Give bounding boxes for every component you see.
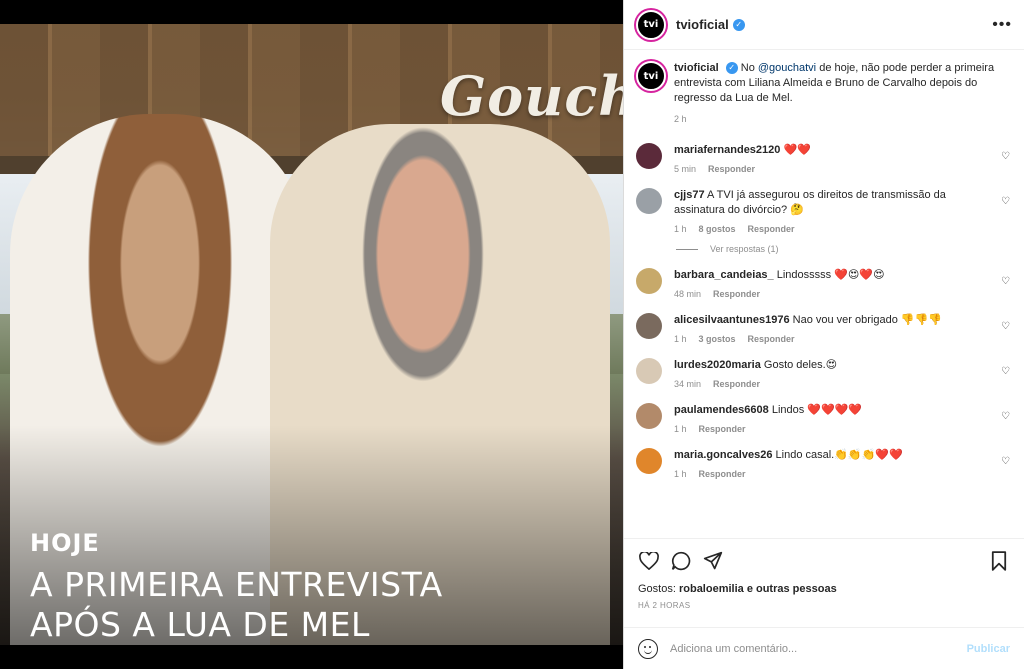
- headline-line-1: A PRIMEIRA ENTREVISTA: [30, 565, 443, 604]
- post-actions: Gostos: robaloemilia e outras pessoas HÁ…: [624, 538, 1024, 610]
- post-comment-button[interactable]: Publicar: [967, 643, 1010, 655]
- avatar[interactable]: [636, 188, 662, 214]
- comment-time: 1 h: [674, 469, 687, 479]
- comment-input[interactable]: [670, 642, 967, 655]
- comment-username[interactable]: lurdes2020maria: [674, 359, 761, 371]
- caption-text: tvioficial ✓ No @gouchatvi de hoje, não …: [674, 61, 1004, 127]
- avatar[interactable]: [636, 268, 662, 294]
- reply-button[interactable]: Responder: [713, 289, 760, 299]
- bookmark-icon[interactable]: [988, 550, 1010, 572]
- comment-text: Gosto deles.😍: [763, 359, 838, 371]
- avatar[interactable]: [636, 403, 662, 429]
- comment-time: 5 min: [674, 164, 697, 174]
- add-comment-bar: Publicar: [624, 627, 1024, 669]
- replies-divider: [676, 248, 698, 250]
- avatar[interactable]: tvi: [636, 9, 666, 40]
- reply-button[interactable]: Responder: [748, 224, 795, 234]
- comment-likes[interactable]: 8 gostos: [699, 224, 736, 234]
- likes-user[interactable]: robaloemilia: [679, 583, 744, 595]
- header-username[interactable]: tvioficial: [676, 17, 729, 32]
- comment-username[interactable]: alicesilvaantunes1976: [674, 314, 790, 326]
- avatar[interactable]: [636, 448, 662, 474]
- list-item: barbara_candeias_ Lindosssss ❤️😍❤️😍 48 m…: [636, 268, 1010, 299]
- comment-username[interactable]: paulamendes6608: [674, 404, 769, 416]
- comment-username[interactable]: mariafernandes2120: [674, 144, 780, 156]
- caption-prefix: No: [740, 62, 758, 74]
- heart-icon[interactable]: [638, 550, 660, 572]
- comment-text: Lindo casal.👏👏👏❤️❤️: [775, 449, 903, 461]
- comment-username[interactable]: maria.goncalves26: [674, 449, 772, 461]
- list-item: paulamendes6608 Lindos ❤️❤️❤️❤️ 1 h Respo…: [636, 403, 1010, 434]
- post-image[interactable]: Goucha HOJE A PRIMEIRA ENTREVISTA APÓS A…: [0, 24, 623, 645]
- comment-username[interactable]: cjjs77: [674, 189, 705, 201]
- like-comment-icon[interactable]: ♡: [1001, 366, 1010, 377]
- like-comment-icon[interactable]: ♡: [1001, 456, 1010, 467]
- caption-time: 2 h: [674, 114, 687, 124]
- post-timestamp: HÁ 2 HORAS: [638, 601, 691, 610]
- post-panel: tvi tvioficial ✓ ••• tvi tvioficial ✓ No…: [623, 0, 1024, 669]
- brand-logo: Goucha: [440, 64, 623, 128]
- caption: tvi tvioficial ✓ No @gouchatvi de hoje, …: [636, 61, 1010, 127]
- caption-username[interactable]: tvioficial: [674, 62, 719, 74]
- action-icons: [638, 549, 1010, 573]
- comments-feed[interactable]: tvi tvioficial ✓ No @gouchatvi de hoje, …: [624, 51, 1024, 537]
- view-replies-label: Ver respostas (1): [710, 244, 779, 254]
- comment-time: 1 h: [674, 334, 687, 344]
- likes-prefix: Gostos:: [638, 583, 679, 595]
- comment-time: 1 h: [674, 224, 687, 234]
- list-item: alicesilvaantunes1976 Nao vou ver obriga…: [636, 313, 1010, 344]
- likes-summary: Gostos: robaloemilia e outras pessoas: [638, 583, 1010, 595]
- share-icon[interactable]: [702, 550, 724, 572]
- list-item: lurdes2020maria Gosto deles.😍 34 min Resp…: [636, 358, 1010, 389]
- view-replies-button[interactable]: Ver respostas (1): [676, 244, 1010, 254]
- avatar[interactable]: [636, 143, 662, 169]
- more-options-icon[interactable]: •••: [992, 16, 1012, 34]
- reply-button[interactable]: Responder: [699, 424, 746, 434]
- reply-button[interactable]: Responder: [699, 469, 746, 479]
- likes-suffix[interactable]: e outras pessoas: [744, 583, 837, 595]
- post-header: tvi tvioficial ✓ •••: [624, 0, 1024, 50]
- list-item: mariafernandes2120 ❤️❤️ 5 min Responder ♡: [636, 143, 1010, 174]
- like-comment-icon[interactable]: ♡: [1001, 321, 1010, 332]
- caption-meta: 2 h: [674, 112, 1004, 127]
- list-item: maria.goncalves26 Lindo casal.👏👏👏❤️❤️ 1 …: [636, 448, 1010, 479]
- comment-username[interactable]: barbara_candeias_: [674, 269, 774, 281]
- reply-button[interactable]: Responder: [708, 164, 755, 174]
- caption-mention[interactable]: @gouchatvi: [758, 62, 816, 74]
- comment-time: 48 min: [674, 289, 702, 299]
- comment-text: A TVI já assegurou os direitos de transm…: [674, 189, 946, 216]
- reply-button[interactable]: Responder: [748, 334, 795, 344]
- headline-kicker: HOJE: [30, 529, 100, 557]
- comment-text: Lindosssss ❤️😍❤️😍: [776, 269, 885, 281]
- comment-likes[interactable]: 3 gostos: [699, 334, 736, 344]
- headline: HOJE A PRIMEIRA ENTREVISTA APÓS A LUA DE…: [30, 529, 443, 645]
- avatar[interactable]: [636, 313, 662, 339]
- reply-button[interactable]: Responder: [713, 379, 760, 389]
- comment-text: Lindos ❤️❤️❤️❤️: [771, 404, 863, 416]
- headline-line-2: APÓS A LUA DE MEL: [30, 605, 370, 644]
- like-comment-icon[interactable]: ♡: [1001, 151, 1010, 162]
- comment-icon[interactable]: [670, 550, 692, 572]
- instagram-post-viewer: Goucha HOJE A PRIMEIRA ENTREVISTA APÓS A…: [0, 0, 1024, 669]
- emoji-icon[interactable]: [638, 638, 658, 659]
- comment-text: Nao vou ver obrigado 👎👎👎: [792, 314, 942, 326]
- list-item: cjjs77 A TVI já assegurou os direitos de…: [636, 188, 1010, 234]
- comment-time: 34 min: [674, 379, 702, 389]
- like-comment-icon[interactable]: ♡: [1001, 196, 1010, 207]
- comment-text: ❤️❤️: [783, 144, 811, 156]
- verified-icon: ✓: [732, 18, 745, 31]
- avatar[interactable]: [636, 358, 662, 384]
- caption-body: de hoje, não pode perder a primeira entr…: [674, 62, 995, 104]
- like-comment-icon[interactable]: ♡: [1001, 411, 1010, 422]
- like-comment-icon[interactable]: ♡: [1001, 276, 1010, 287]
- comment-time: 1 h: [674, 424, 687, 434]
- caption-avatar[interactable]: tvi: [636, 61, 666, 91]
- verified-icon: ✓: [725, 62, 738, 75]
